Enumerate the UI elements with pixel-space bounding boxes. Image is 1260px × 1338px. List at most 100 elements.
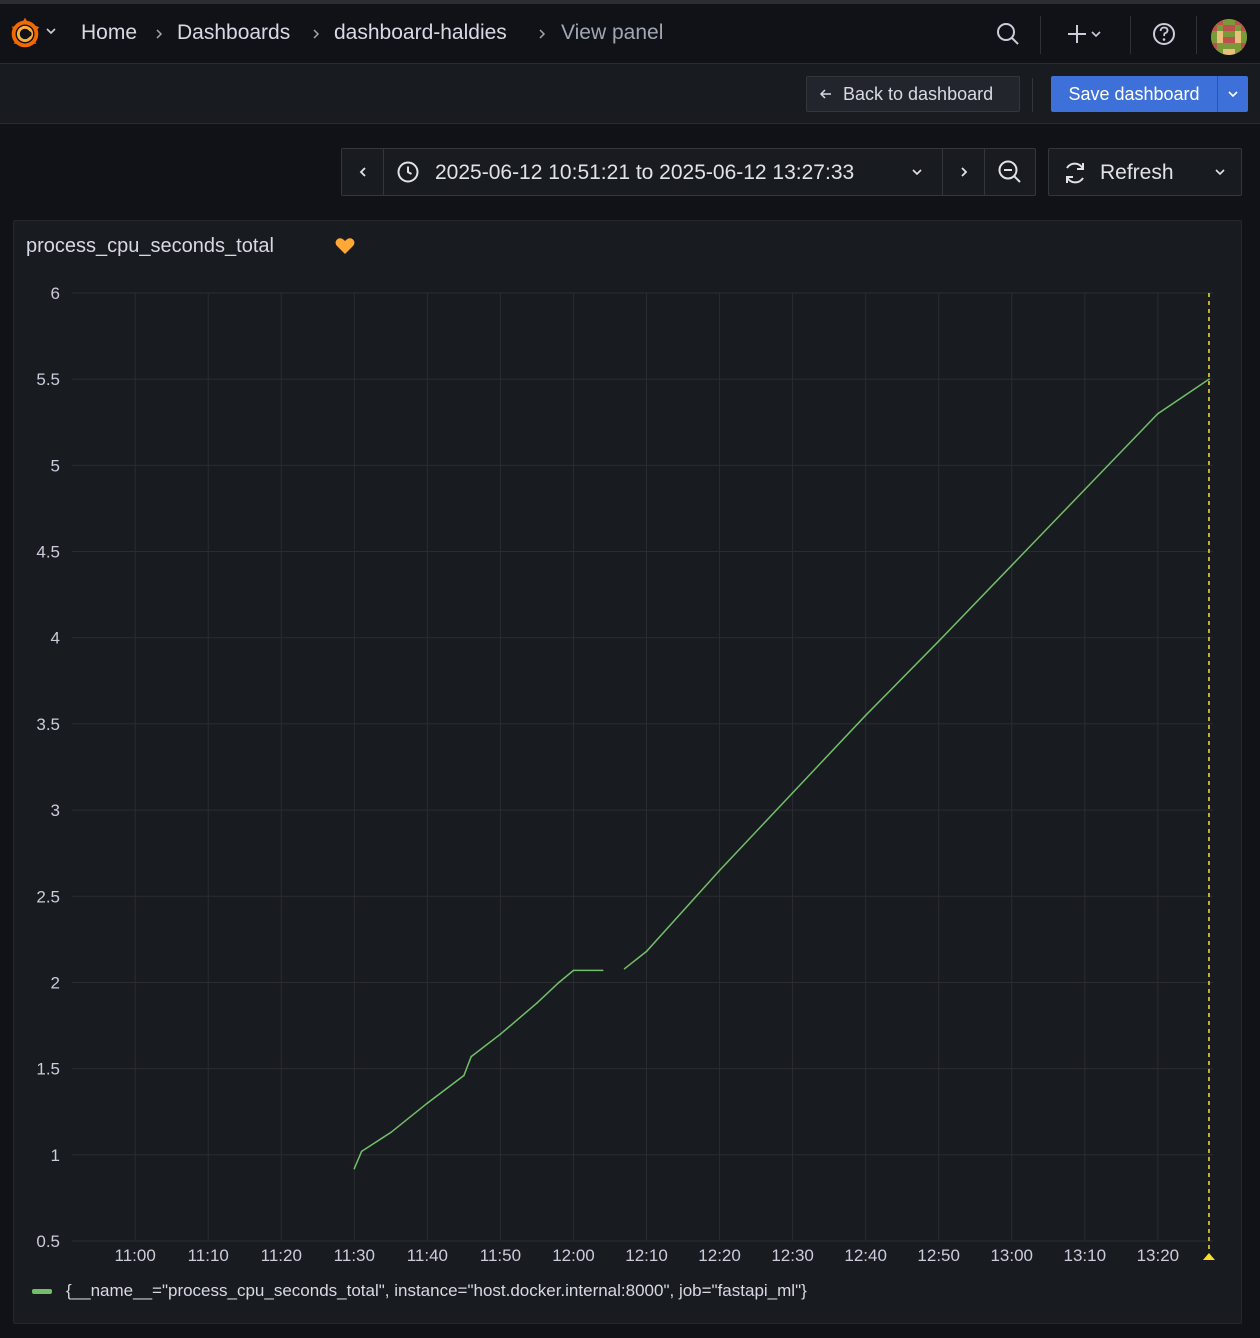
y-tick-label: 6 bbox=[51, 284, 60, 303]
data-point bbox=[499, 1033, 502, 1035]
y-tick-label: 5 bbox=[51, 456, 60, 475]
data-point bbox=[645, 950, 648, 953]
avatar-identicon-icon bbox=[1211, 19, 1247, 55]
back-to-dashboard-button[interactable]: Back to dashboard bbox=[806, 76, 1020, 112]
annotation-marker-icon bbox=[1202, 1253, 1215, 1260]
legend-series-swatch[interactable] bbox=[32, 1288, 52, 1294]
breadcrumb-current: View panel bbox=[561, 21, 664, 44]
toolbar-divider bbox=[1196, 16, 1197, 54]
help-button[interactable] bbox=[1148, 18, 1180, 50]
data-point bbox=[572, 969, 575, 972]
chevron-down-icon[interactable] bbox=[44, 24, 58, 38]
x-tick-label: 11:10 bbox=[188, 1246, 229, 1265]
data-point bbox=[1010, 564, 1013, 567]
y-tick-label: 2 bbox=[51, 973, 60, 992]
series-line bbox=[624, 378, 1210, 970]
help-icon bbox=[1153, 23, 1175, 45]
chevron-right-icon bbox=[960, 167, 967, 177]
clock-icon bbox=[397, 161, 419, 183]
data-point bbox=[536, 1002, 538, 1004]
data-point bbox=[791, 792, 794, 794]
arrow-left-icon bbox=[819, 89, 831, 99]
x-tick-label: 12:20 bbox=[698, 1246, 741, 1265]
breadcrumb-dashboard[interactable]: dashboard-haldies bbox=[334, 21, 507, 45]
data-point bbox=[390, 1131, 392, 1134]
breadcrumb-dashboards[interactable]: Dashboards bbox=[177, 21, 290, 45]
x-tick-label: 12:40 bbox=[844, 1246, 887, 1265]
x-tick-label: 11:40 bbox=[407, 1246, 448, 1265]
data-point bbox=[937, 640, 940, 642]
x-tick-label: 12:10 bbox=[625, 1246, 668, 1265]
x-tick-label: 11:30 bbox=[334, 1246, 375, 1265]
series-line bbox=[353, 969, 603, 1169]
chart-canvas[interactable]: 0.5 1 1.5 2 2.5 3 3.5 4 4.5 5 5.5 6 11:00 11:10 11:20 1… bbox=[14, 221, 1243, 1325]
toolbar-divider bbox=[1040, 16, 1041, 54]
data-point bbox=[718, 869, 721, 872]
time-shift-back-button[interactable] bbox=[342, 149, 383, 195]
y-tick-label: 5.5 bbox=[36, 370, 60, 389]
back-button-label: Back to dashboard bbox=[843, 83, 994, 104]
chevron-right-icon bbox=[156, 29, 163, 39]
data-point bbox=[360, 1150, 363, 1153]
y-tick-label: 3 bbox=[51, 801, 60, 820]
refresh-picker: Refresh bbox=[1048, 148, 1242, 196]
refresh-icon bbox=[1066, 162, 1084, 184]
x-tick-label: 11:20 bbox=[261, 1246, 302, 1265]
chart-legend: {__name__="process_cpu_seconds_total", i… bbox=[32, 1281, 807, 1301]
data-point bbox=[1157, 412, 1159, 415]
time-range-picker: 2025-06-12 10:51:21 to 2025-06-12 13:27:… bbox=[341, 148, 1036, 196]
data-point bbox=[558, 981, 560, 984]
heart-icon bbox=[335, 238, 355, 254]
timeseries-panel: 0.5 1 1.5 2 2.5 3 3.5 4 4.5 5 5.5 6 11:00 11:10 11:20 1… bbox=[13, 220, 1242, 1324]
search-icon bbox=[997, 23, 1019, 45]
data-point bbox=[601, 969, 604, 972]
refresh-label: Refresh bbox=[1100, 161, 1174, 184]
save-options-button[interactable] bbox=[1217, 76, 1248, 112]
y-tick-label: 3.5 bbox=[36, 715, 60, 734]
zoom-out-icon bbox=[998, 160, 1021, 183]
chevron-right-icon bbox=[313, 29, 320, 39]
y-tick-label: 1 bbox=[51, 1146, 60, 1165]
refresh-interval-button[interactable] bbox=[1199, 149, 1241, 195]
x-tick-label: 11:00 bbox=[115, 1246, 156, 1265]
y-tick-label: 1.5 bbox=[36, 1060, 60, 1079]
grafana-logo-icon[interactable] bbox=[6, 14, 44, 52]
chevron-right-icon bbox=[539, 29, 546, 39]
chevron-down-icon bbox=[1091, 31, 1101, 38]
data-point bbox=[864, 714, 867, 717]
zoom-out-button[interactable] bbox=[985, 149, 1035, 195]
x-tick-label: 13:20 bbox=[1137, 1246, 1180, 1265]
breadcrumb-home[interactable]: Home bbox=[81, 21, 137, 45]
chevron-down-icon bbox=[1228, 91, 1238, 98]
panel-title: process_cpu_seconds_total bbox=[26, 235, 274, 257]
chevron-down-icon bbox=[1215, 169, 1225, 176]
chevron-left-icon bbox=[359, 167, 366, 177]
data-point bbox=[1084, 488, 1086, 491]
y-tick-label: 4 bbox=[51, 629, 60, 648]
legend-series-label[interactable]: {__name__="process_cpu_seconds_total", i… bbox=[66, 1281, 807, 1301]
data-point bbox=[353, 1167, 356, 1170]
add-new-button[interactable] bbox=[1058, 18, 1110, 50]
search-button[interactable] bbox=[992, 18, 1024, 50]
user-avatar[interactable] bbox=[1211, 19, 1247, 55]
data-point bbox=[1208, 378, 1210, 380]
y-tick-label: 0.5 bbox=[36, 1232, 60, 1251]
data-point bbox=[463, 1074, 465, 1077]
y-tick-label: 4.5 bbox=[36, 543, 60, 562]
x-tick-label: 12:00 bbox=[552, 1246, 595, 1265]
x-tick-label: 12:50 bbox=[917, 1246, 960, 1265]
x-tick-label: 13:00 bbox=[990, 1246, 1033, 1265]
plus-icon bbox=[1068, 25, 1086, 43]
toolbar-divider bbox=[1130, 16, 1131, 54]
data-point bbox=[470, 1055, 473, 1058]
x-tick-label: 13:10 bbox=[1064, 1246, 1107, 1265]
time-shift-forward-button[interactable] bbox=[943, 149, 984, 195]
time-range-label: 2025-06-12 10:51:21 to 2025-06-12 13:27:… bbox=[435, 161, 855, 184]
chevron-down-icon bbox=[912, 169, 922, 176]
save-dashboard-button[interactable]: Save dashboard bbox=[1051, 76, 1217, 112]
data-point bbox=[623, 967, 626, 970]
data-point bbox=[426, 1102, 429, 1104]
toolbar-divider bbox=[1032, 78, 1033, 112]
panel-view-toolbar: Back to dashboard Save dashboard bbox=[0, 64, 1260, 124]
x-tick-label: 12:30 bbox=[771, 1246, 814, 1265]
